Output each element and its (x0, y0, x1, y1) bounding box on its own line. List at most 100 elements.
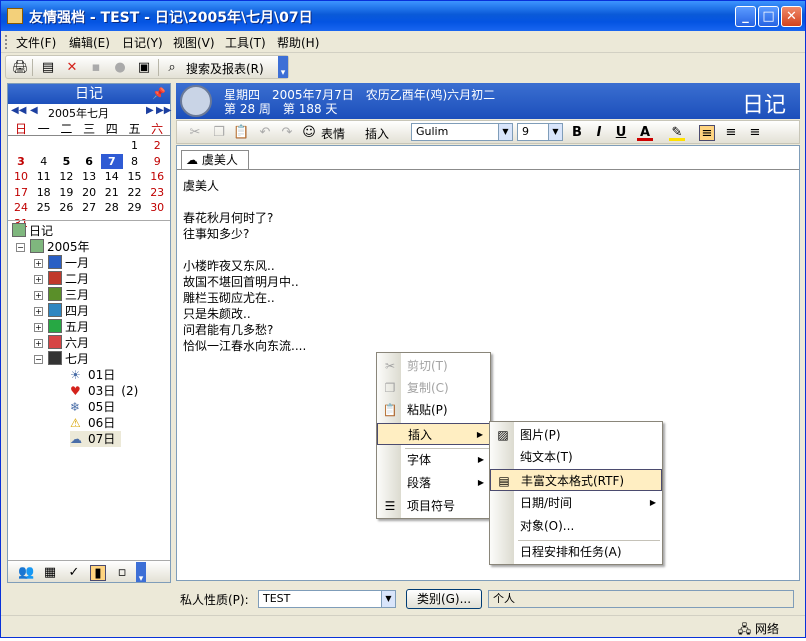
expand-month-icon[interactable]: + (34, 275, 43, 284)
emoji-icon[interactable]: ☺ (301, 125, 317, 141)
expand-month-icon[interactable]: + (34, 291, 43, 300)
tree-day[interactable]: ☁ 07日 (70, 431, 122, 447)
next-year-icon[interactable]: ▶▶ (156, 105, 171, 116)
calendar-day[interactable]: 21 (101, 185, 123, 200)
calendar-day[interactable]: 24 (10, 200, 32, 215)
pin-icon[interactable]: 📌 (152, 84, 166, 104)
tree-day[interactable]: ❄ 05日 (70, 399, 121, 415)
maximize-button[interactable]: □ (758, 6, 779, 27)
entry-tab[interactable]: ☁ 虞美人 (181, 150, 249, 170)
menu-copy[interactable]: ❐ 复制(C) (377, 377, 490, 399)
menu-file[interactable]: 文件(F) (16, 34, 56, 51)
menu-cut[interactable]: ✂ 剪切(T) (377, 355, 490, 377)
submenu-plaintext[interactable]: 纯文本(T) (490, 446, 662, 468)
expand-month-icon[interactable]: + (34, 339, 43, 348)
submenu-schedule[interactable]: 日程安排和任务(A) (490, 541, 662, 563)
menu-bullets[interactable]: ☰ 项目符号 (377, 495, 490, 517)
calendar-day[interactable]: 22 (124, 185, 146, 200)
tree-month[interactable]: 一月 (48, 255, 89, 271)
calendar-day[interactable]: 7 (100, 153, 123, 169)
menu-font[interactable]: 字体 ▶ (377, 449, 490, 471)
tree-month[interactable]: 三月 (48, 287, 89, 303)
menu-paragraph[interactable]: 段落 ▶ (377, 472, 490, 494)
contacts-icon[interactable]: 👥 (18, 565, 34, 581)
calendar-day[interactable]: 11 (33, 169, 55, 184)
tree-day[interactable]: ♥ 03日 (2) (70, 383, 138, 399)
cut-icon[interactable]: ✂ (187, 125, 203, 141)
calendar-day[interactable]: 23 (146, 185, 168, 200)
calendar-day[interactable]: 8 (124, 154, 146, 169)
delete-icon[interactable]: ✕ (64, 60, 80, 76)
privacy-select[interactable]: TEST ▼ (258, 590, 396, 608)
calendar-day[interactable]: 29 (124, 200, 146, 215)
prev-year-icon[interactable]: ◀◀ (11, 105, 26, 116)
calendar-day[interactable]: 2 (146, 138, 168, 153)
menu-help[interactable]: 帮助(H) (277, 34, 319, 51)
search-report-button[interactable]: 搜索及报表(R) (186, 60, 264, 77)
calendar-day[interactable]: 27 (78, 200, 100, 215)
tree-month[interactable]: 七月 (48, 351, 89, 367)
highlight-icon[interactable]: ✎ (669, 125, 685, 141)
calendar-day[interactable]: 5 (55, 154, 77, 169)
calendar-day[interactable]: 14 (101, 169, 123, 184)
calendar-day[interactable]: 1 (124, 138, 146, 153)
calendar-day[interactable]: 12 (55, 169, 77, 184)
print-icon[interactable]: 🖨 (12, 60, 29, 76)
submenu-object[interactable]: 对象(O)... (490, 515, 662, 537)
expand-month-icon[interactable]: + (34, 307, 43, 316)
tree-month[interactable]: 二月 (48, 271, 89, 287)
calendar-day[interactable]: 20 (78, 185, 100, 200)
diary-icon[interactable]: ▮ (90, 565, 106, 581)
menu-view[interactable]: 视图(V) (173, 34, 215, 51)
redo-icon[interactable]: ↷ (279, 125, 295, 141)
collapse-year-icon[interactable]: − (16, 243, 25, 252)
calendar-day[interactable]: 10 (10, 169, 32, 184)
calendar-day[interactable]: 26 (55, 200, 77, 215)
submenu-picture[interactable]: ▨ 图片(P) (490, 424, 662, 446)
menu-paste[interactable]: 📋 粘贴(P) (377, 399, 490, 421)
calendar-day[interactable]: 19 (55, 185, 77, 200)
calendar-day[interactable]: 13 (78, 169, 100, 184)
shortcuts-overflow-chevron[interactable]: ▾ (136, 562, 146, 584)
emoji-menu[interactable]: 表情 (321, 125, 345, 142)
font-size-select[interactable]: 9 ▼ (517, 123, 563, 141)
prev-month-icon[interactable]: ◀ (30, 105, 38, 116)
align-right-icon[interactable]: ≡ (747, 125, 763, 141)
calendar-day[interactable]: 6 (78, 154, 100, 169)
italic-button[interactable]: I (591, 125, 607, 141)
menu-insert[interactable]: 插入 ▶ (377, 423, 490, 445)
options-icon[interactable]: ● (112, 60, 128, 76)
toolbar-overflow-chevron[interactable]: ▾ (278, 56, 288, 78)
calendar-icon[interactable]: ▦ (42, 565, 58, 581)
tree-day[interactable]: ⚠ 06日 (70, 415, 121, 431)
next-month-icon[interactable]: ▶ (146, 105, 154, 116)
menu-tools[interactable]: 工具(T) (225, 34, 266, 51)
bold-button[interactable]: B (569, 125, 585, 141)
search-report-icon[interactable]: ⌕ (164, 60, 180, 76)
save-icon[interactable]: ▪ (88, 60, 104, 76)
expand-month-icon[interactable]: + (34, 259, 43, 268)
calendar-day[interactable]: 3 (10, 154, 32, 169)
tree-year[interactable]: 2005年 (30, 239, 90, 255)
calendar-day[interactable]: 15 (124, 169, 146, 184)
tree-month[interactable]: 五月 (48, 319, 89, 335)
underline-button[interactable]: U (613, 125, 629, 141)
category-button[interactable]: 类别(G)... (406, 589, 482, 609)
menu-edit[interactable]: 编辑(E) (69, 34, 110, 51)
notes-icon[interactable]: ▫ (114, 565, 130, 581)
tree-day[interactable]: ☀ 01日 (70, 367, 121, 383)
collapse-month-icon[interactable]: − (34, 355, 43, 364)
font-color-icon[interactable]: A (637, 125, 653, 141)
edit-entry-icon[interactable]: ▤ (40, 60, 56, 76)
calendar-day[interactable]: 18 (33, 185, 55, 200)
expand-month-icon[interactable]: + (34, 323, 43, 332)
calendar-day[interactable]: 30 (146, 200, 168, 215)
export-icon[interactable]: ▣ (136, 60, 152, 76)
calendar-day[interactable]: 28 (101, 200, 123, 215)
insert-menu[interactable]: 插入 (365, 125, 389, 142)
calendar-day[interactable]: 9 (146, 154, 168, 169)
submenu-rtf[interactable]: ▤ 丰富文本格式(RTF) (490, 469, 662, 491)
menu-diary[interactable]: 日记(Y) (122, 34, 163, 51)
calendar-day[interactable]: 4 (33, 154, 55, 169)
close-button[interactable]: ✕ (781, 6, 802, 27)
